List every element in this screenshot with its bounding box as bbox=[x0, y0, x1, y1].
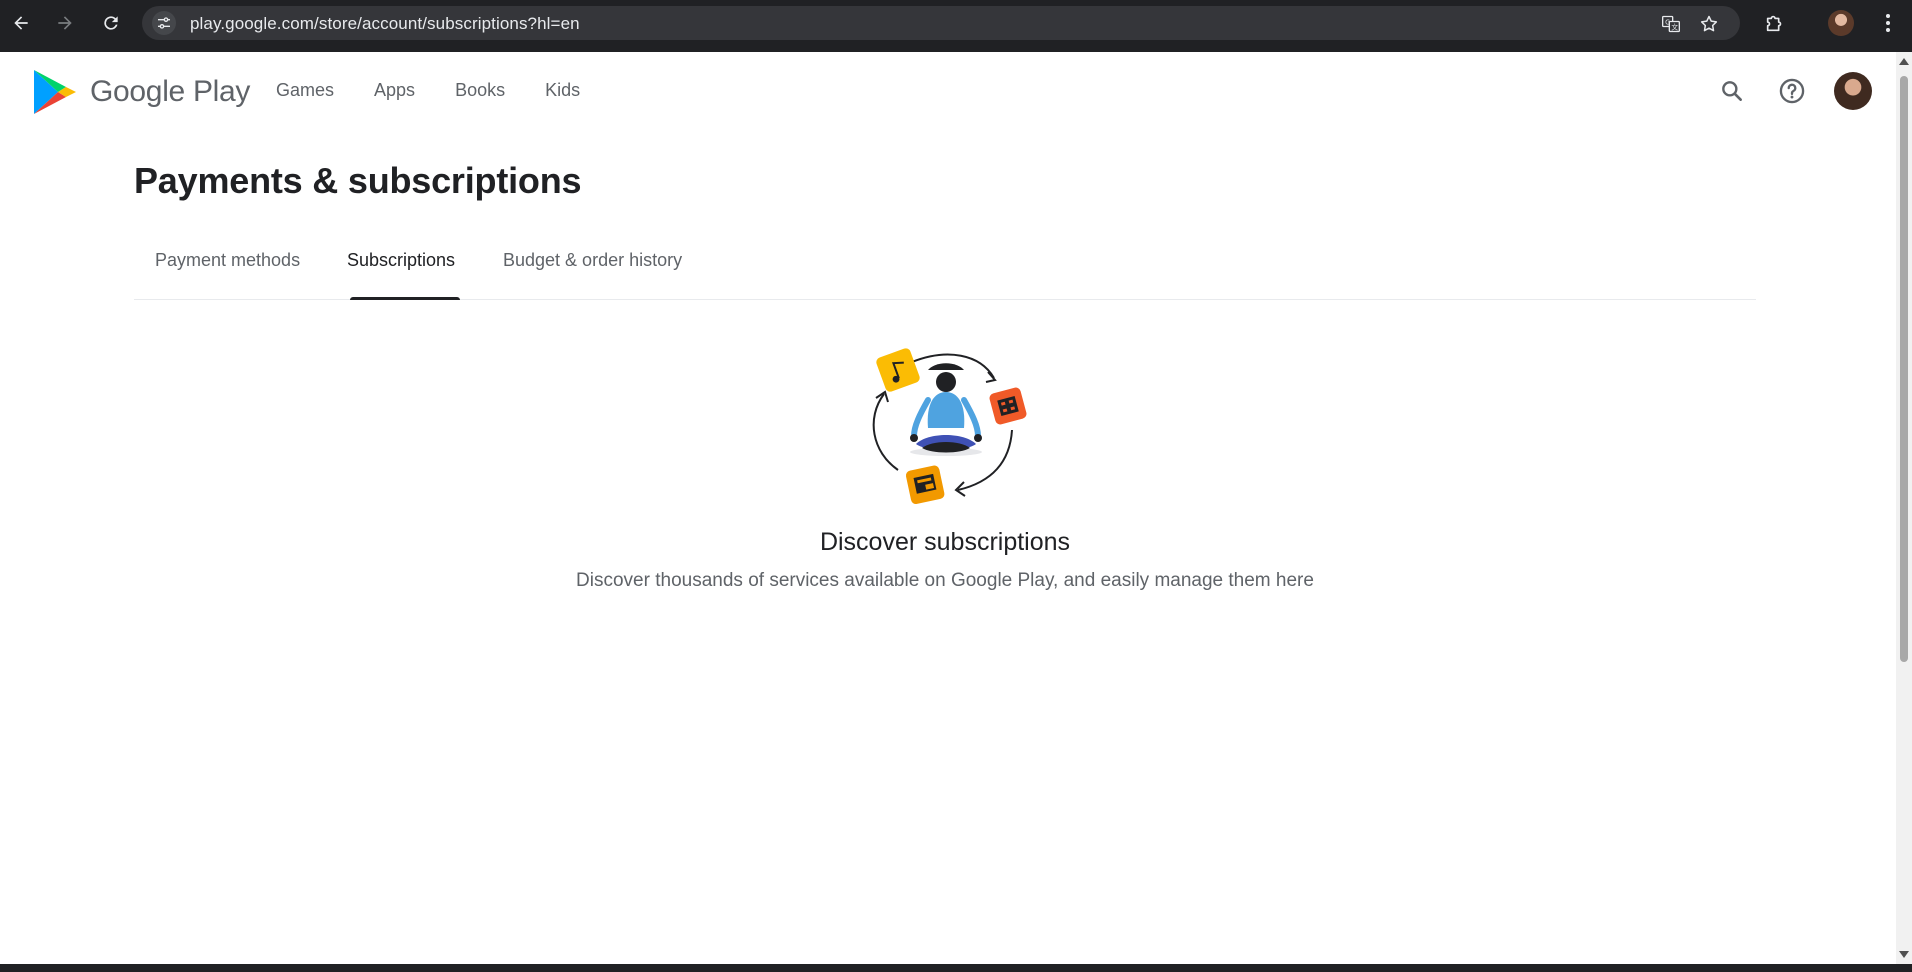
nav-kids[interactable]: Kids bbox=[545, 80, 580, 101]
star-icon[interactable] bbox=[1698, 13, 1720, 35]
empty-state-title: Discover subscriptions bbox=[819, 528, 1071, 556]
reload-icon[interactable] bbox=[98, 10, 124, 36]
page-scrollbar[interactable] bbox=[1896, 52, 1912, 964]
help-circle-icon[interactable] bbox=[1775, 74, 1809, 108]
back-arrow-icon[interactable] bbox=[8, 10, 34, 36]
browser-profile-avatar[interactable] bbox=[1828, 10, 1854, 36]
account-avatar[interactable] bbox=[1834, 72, 1872, 110]
subscriptions-illustration bbox=[872, 348, 1027, 505]
brand-name: Google Play bbox=[90, 75, 251, 108]
google-play-logo[interactable]: Google Play bbox=[32, 68, 250, 116]
scrollbar-thumb[interactable] bbox=[1900, 76, 1908, 662]
search-icon[interactable] bbox=[1715, 74, 1749, 108]
page-title: Payments & subscriptions bbox=[134, 160, 582, 201]
tab-subscriptions[interactable]: Subscriptions bbox=[347, 250, 455, 271]
empty-state-description: Discover thousands of services available… bbox=[576, 570, 1314, 591]
tab-budget-order-history[interactable]: Budget & order history bbox=[503, 250, 682, 271]
scroll-down-arrow-icon[interactable] bbox=[1899, 951, 1909, 958]
forward-arrow-icon[interactable] bbox=[52, 10, 78, 36]
account-tabs: Payment methods Subscriptions Budget & o… bbox=[134, 236, 1756, 300]
address-bar[interactable]: play.google.com/store/account/subscripti… bbox=[142, 6, 1740, 40]
translate-icon[interactable]: G文 bbox=[1660, 13, 1682, 35]
play-header: Google Play Games Apps Books Kids bbox=[0, 52, 1896, 130]
nav-books[interactable]: Books bbox=[455, 80, 505, 101]
active-tab-indicator bbox=[350, 297, 460, 300]
kebab-menu-icon[interactable] bbox=[1878, 10, 1898, 36]
nav-games[interactable]: Games bbox=[276, 80, 334, 101]
scroll-up-arrow-icon[interactable] bbox=[1899, 58, 1909, 65]
nav-apps[interactable]: Apps bbox=[374, 80, 415, 101]
svg-text:文: 文 bbox=[1671, 22, 1678, 31]
url-text: play.google.com/store/account/subscripti… bbox=[190, 14, 580, 33]
taskbar-edge bbox=[0, 964, 1912, 972]
puzzle-icon[interactable] bbox=[1762, 10, 1788, 36]
top-nav: Games Apps Books Kids bbox=[276, 80, 580, 101]
tab-payment-methods[interactable]: Payment methods bbox=[155, 250, 300, 271]
play-logo-icon bbox=[34, 70, 76, 114]
browser-toolbar: play.google.com/store/account/subscripti… bbox=[0, 0, 1912, 52]
tune-icon[interactable] bbox=[152, 11, 176, 35]
